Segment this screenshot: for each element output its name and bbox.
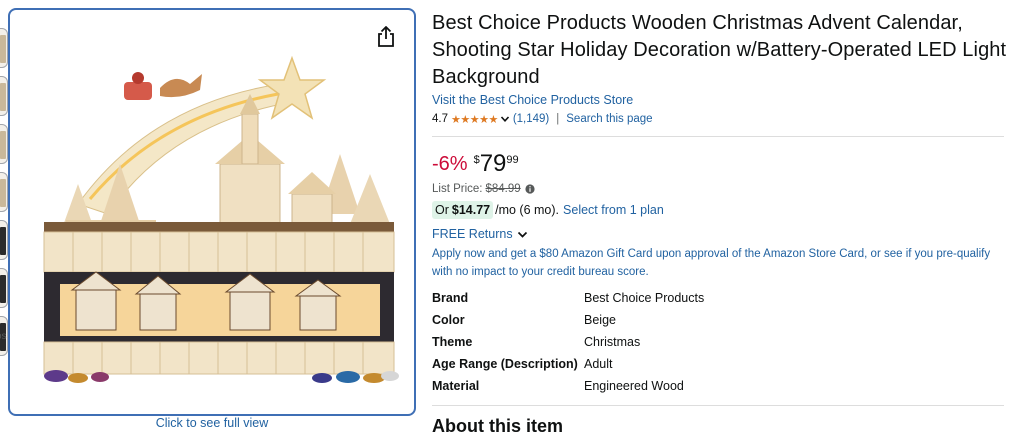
spec-row-brand: Brand Best Choice Products <box>432 287 1004 309</box>
free-returns-link[interactable]: FREE Returns <box>432 227 1012 241</box>
list-price-value: $84.99 <box>485 183 521 195</box>
product-image <box>43 55 399 383</box>
product-details: Best Choice Products Wooden Christmas Ad… <box>432 10 1012 437</box>
plan-or-label: Or <box>435 203 449 217</box>
search-this-page-link[interactable]: Search this page <box>566 113 652 125</box>
payment-plan-row: Or $14.77 /mo (6 mo). Select from 1 plan <box>432 201 1012 219</box>
spec-value: Engineered Wood <box>584 379 684 393</box>
review-count-link[interactable]: (1,149) <box>513 113 549 125</box>
main-image-frame[interactable] <box>8 8 416 416</box>
free-returns-label: FREE Returns <box>432 227 513 241</box>
info-icon[interactable] <box>525 184 535 194</box>
about-this-item-heading: About this item <box>432 416 563 436</box>
spec-value: Beige <box>584 313 616 327</box>
divider <box>432 136 1004 137</box>
star-rating-icon[interactable]: ★★★★★ <box>451 113 498 126</box>
separator: | <box>556 113 560 125</box>
thumbnail-strip <box>0 28 8 358</box>
thumbnail-6[interactable] <box>0 268 8 308</box>
spec-value: Christmas <box>584 335 641 349</box>
spec-key: Color <box>432 313 465 327</box>
thumbnail-4[interactable] <box>0 172 8 212</box>
thumbnail-3[interactable] <box>0 124 8 164</box>
click-to-see-full-view-link[interactable]: Click to see full view <box>0 416 424 430</box>
price-row: -6% $ 79 99 <box>432 151 1012 181</box>
thumbnail-video-count: os <box>0 331 7 342</box>
price-whole: 79 <box>479 150 507 177</box>
spec-row-age-range: Age Range (Description) Adult <box>432 353 1004 375</box>
spec-value: Adult <box>584 357 613 371</box>
product-specs-table: Brand Best Choice Products Color Beige T… <box>432 287 1004 397</box>
spec-row-color: Color Beige <box>432 309 1004 331</box>
payment-plan-badge: Or $14.77 <box>432 201 494 219</box>
rating-row: 4.7 ★★★★★ (1,149) | Search this page <box>432 111 1012 127</box>
plan-monthly-amount: $14.77 <box>451 203 491 217</box>
spec-key: Brand <box>432 291 469 305</box>
discount-percent: -6% <box>432 153 468 175</box>
product-title: Best Choice Products Wooden Christmas Ad… <box>432 12 1007 88</box>
store-card-promo-link[interactable]: Apply now and get a $80 Amazon Gift Card… <box>432 245 1004 281</box>
plan-term: /mo (6 mo). <box>495 203 560 217</box>
spec-value: Best Choice Products <box>584 291 705 305</box>
spec-key: Theme <box>432 335 473 349</box>
divider <box>432 405 1004 406</box>
price-fraction: 99 <box>506 154 519 166</box>
rating-value: 4.7 <box>432 113 448 125</box>
spec-key: Age Range (Description) <box>432 357 578 371</box>
chevron-down-icon[interactable] <box>500 114 510 124</box>
thumbnail-2[interactable] <box>0 76 8 116</box>
spec-row-material: Material Engineered Wood <box>432 375 1004 397</box>
spec-key: Material <box>432 379 480 393</box>
spec-row-theme: Theme Christmas <box>432 331 1004 353</box>
list-price-label: List Price: <box>432 183 483 195</box>
thumbnail-1[interactable] <box>0 28 8 68</box>
thumbnail-5[interactable] <box>0 220 8 260</box>
chevron-down-icon <box>517 231 527 238</box>
list-price-row: List Price: $84.99 <box>432 183 1012 195</box>
store-link[interactable]: Visit the Best Choice Products Store <box>432 93 1012 107</box>
select-plan-link[interactable]: Select from 1 plan <box>563 203 664 217</box>
